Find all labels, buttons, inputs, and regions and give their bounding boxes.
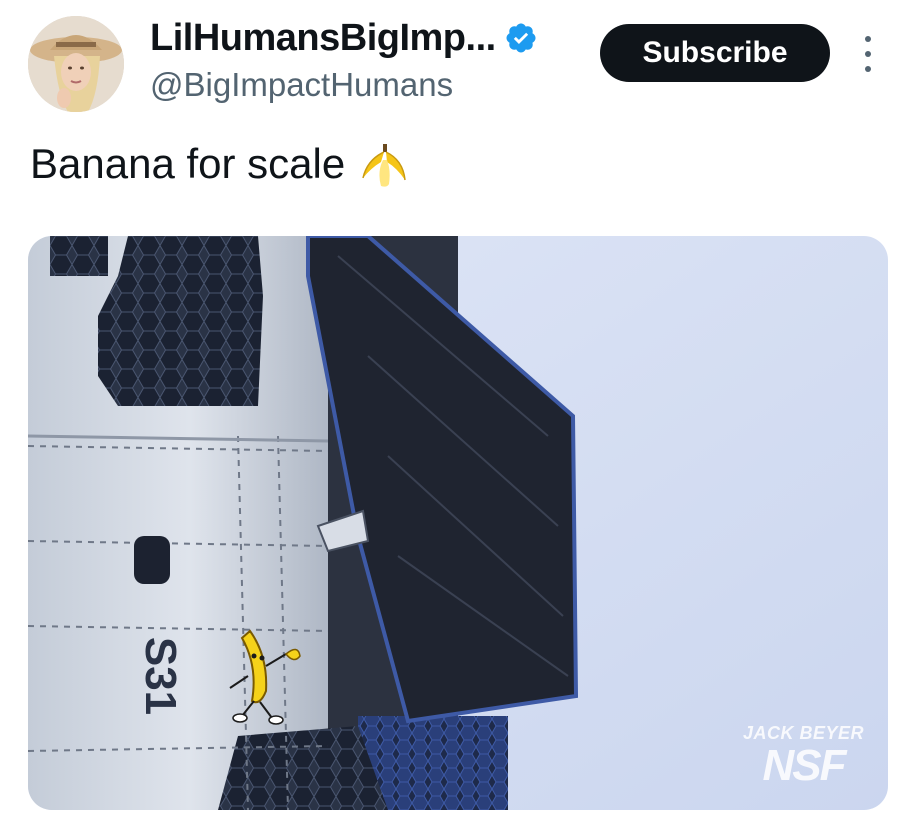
display-name[interactable]: LilHumansBigImp... xyxy=(150,17,496,60)
photo-credit: JACK BEYER NSF xyxy=(743,723,864,788)
tweet-text: Banana for scale xyxy=(30,138,409,190)
avatar[interactable] xyxy=(28,16,124,112)
handle[interactable]: @BigImpactHumans xyxy=(150,66,538,104)
tweet-header: LilHumansBigImp... @BigImpactHumans Subs… xyxy=(0,0,915,120)
hull-port xyxy=(134,536,170,584)
subscribe-button[interactable]: Subscribe xyxy=(600,24,830,82)
more-dot xyxy=(865,51,871,57)
author-names: LilHumansBigImp... @BigImpactHumans xyxy=(150,14,538,104)
display-name-row: LilHumansBigImp... xyxy=(150,14,538,62)
more-dot xyxy=(865,66,871,72)
banana-emoji-icon xyxy=(362,144,406,187)
heat-shield-tiles-corner xyxy=(50,236,108,276)
verified-badge-icon[interactable] xyxy=(504,21,538,55)
avatar-image xyxy=(28,16,124,112)
more-options-icon[interactable] xyxy=(856,30,880,78)
heat-shield-tiles-upper xyxy=(98,236,263,406)
tweet-media-image[interactable]: S31 JACK BEYER NSF xyxy=(28,236,888,810)
nsf-logo: NSF xyxy=(762,741,846,790)
tweet-text-content: Banana for scale xyxy=(30,140,346,187)
ship-serial-label: S31 xyxy=(136,637,185,715)
more-dot xyxy=(865,36,871,42)
